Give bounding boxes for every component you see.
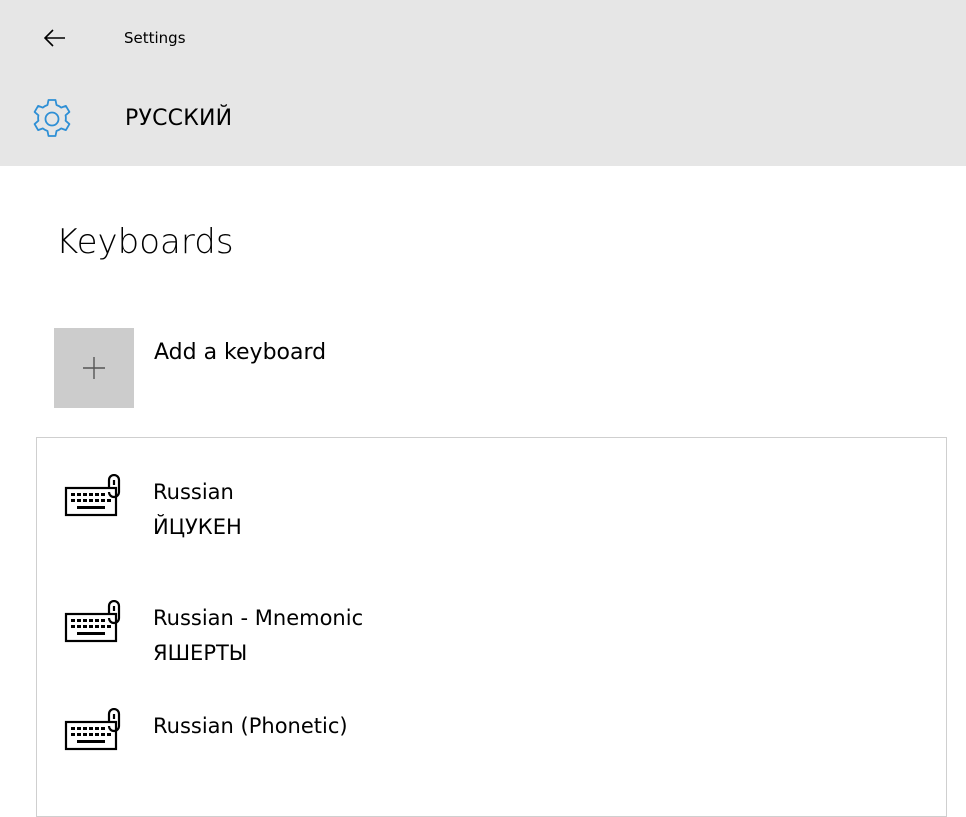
keyboard-icon	[64, 708, 121, 751]
keyboard-layout: ЯШЕРТЫ	[153, 641, 248, 665]
add-keyboard-tile[interactable]	[54, 328, 134, 408]
add-keyboard-button[interactable]: Add a keyboard	[54, 328, 474, 410]
keyboard-name: Russian	[153, 480, 234, 504]
keyboard-item-russian-phonetic[interactable]: Russian (Phonetic)	[61, 688, 921, 798]
keyboard-layout: ЙЦУКЕН	[153, 515, 242, 539]
app-title: Settings	[124, 29, 186, 47]
keyboard-name: Russian (Phonetic)	[153, 714, 348, 738]
keyboard-item-russian[interactable]: Russian ЙЦУКЕН	[61, 454, 921, 564]
keyboard-icon	[64, 600, 121, 643]
plus-icon	[83, 357, 105, 379]
add-keyboard-label: Add a keyboard	[154, 340, 327, 365]
gear-icon	[33, 99, 71, 137]
arrow-left-icon	[44, 29, 65, 47]
page-title: РУССКИЙ	[125, 106, 233, 131]
header-bar: Settings РУССКИЙ	[0, 0, 966, 166]
back-button[interactable]	[30, 16, 80, 60]
keyboard-name: Russian - Mnemonic	[153, 606, 364, 630]
keyboard-item-russian-mnemonic[interactable]: Russian - Mnemonic ЯШЕРТЫ	[61, 580, 921, 690]
keyboard-list: Russian ЙЦУКЕН Russian - Mnemonic ЯШЕРТЫ	[36, 437, 947, 817]
section-title-keyboards: Keyboards	[56, 222, 234, 262]
keyboard-icon	[64, 474, 121, 517]
